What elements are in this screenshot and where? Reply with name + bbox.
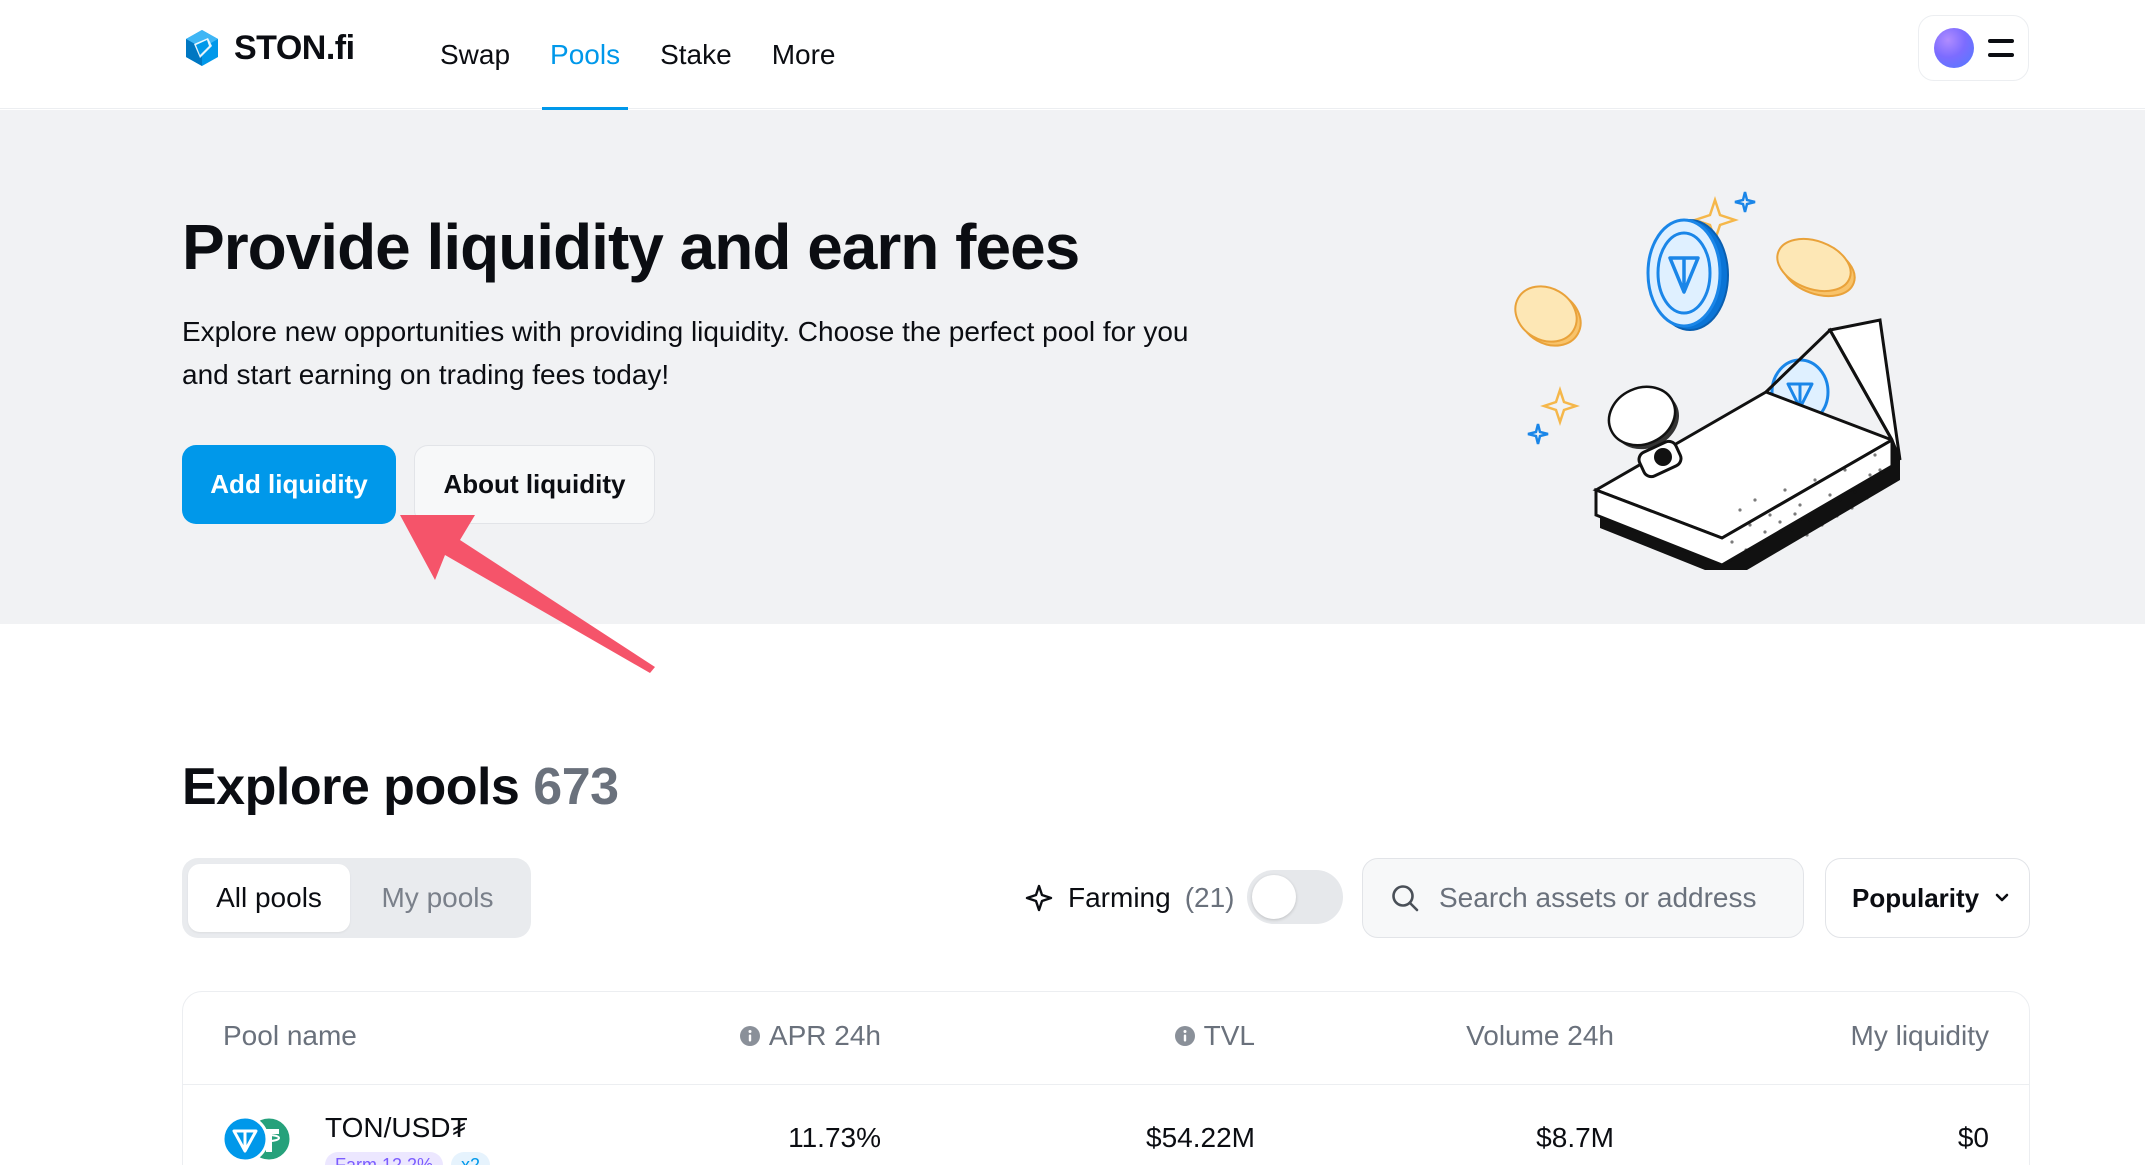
hero-title: Provide liquidity and earn fees [182, 211, 1080, 283]
cell-volume: $8.7M [1536, 1122, 1614, 1153]
info-icon[interactable] [739, 1025, 761, 1047]
nav-swap[interactable]: Swap [420, 0, 530, 109]
add-liquidity-button[interactable]: Add liquidity [182, 445, 396, 524]
pool-filter-tabs: All pools My pools [182, 858, 531, 938]
toggle-knob [1252, 875, 1296, 919]
column-my-liquidity[interactable]: My liquidity [1851, 1020, 1989, 1052]
nav-stake[interactable]: Stake [640, 0, 752, 109]
menu-icon [1987, 39, 2014, 57]
pool-badges: Farm 12.2% x2 [325, 1152, 491, 1165]
wallet-coins-illustration [1514, 191, 1902, 570]
cell-apr: 11.73% [788, 1122, 881, 1153]
column-volume[interactable]: Volume 24h [1466, 1020, 1614, 1052]
chevron-down-icon [1995, 893, 2009, 902]
search-input[interactable] [1439, 882, 1799, 914]
section-title: Explore pools 673 [182, 757, 619, 817]
ston-logo-icon [186, 30, 218, 66]
cell-my-liquidity: $0 [1957, 1122, 1989, 1153]
farming-count: (21) [1184, 882, 1235, 913]
tab-all-pools[interactable]: All pools [188, 864, 350, 932]
search-icon [1392, 885, 1419, 912]
column-tvl[interactable]: TVL [1174, 1020, 1255, 1052]
column-label: Volume 24h [1466, 1020, 1614, 1051]
info-icon[interactable] [1174, 1025, 1196, 1047]
column-label: Pool name [223, 1020, 357, 1051]
nav-more[interactable]: More [752, 0, 856, 109]
nav-pools[interactable]: Pools [530, 0, 640, 110]
token-pair-icons [221, 1115, 291, 1163]
column-apr[interactable]: APR 24h [739, 1020, 881, 1052]
pools-table: Pool name APR 24h TVL Volume 24h My liqu… [182, 991, 2030, 1165]
top-header: STON.fi Swap Pools Stake More [0, 0, 2145, 110]
farming-toggle[interactable] [1247, 870, 1343, 924]
pool-name[interactable]: TON/USD₮ [325, 1112, 468, 1144]
hero-banner: Provide liquidity and earn fees Explore … [0, 110, 2145, 624]
cell-tvl: $54.22M [1146, 1122, 1255, 1153]
table-header: Pool name APR 24h TVL Volume 24h My liqu… [183, 992, 2029, 1085]
column-label: TVL [1203, 1020, 1255, 1051]
sparkle-icon [1025, 884, 1053, 912]
sort-label: Popularity [1852, 882, 1980, 913]
multiplier-badge: x2 [451, 1152, 491, 1165]
tab-my-pools[interactable]: My pools [350, 864, 525, 932]
farm-badge: Farm 12.2% [325, 1152, 444, 1165]
column-label: APR 24h [768, 1020, 881, 1051]
column-label: My liquidity [1850, 1020, 1989, 1051]
main-nav: Swap Pools Stake More [420, 0, 856, 110]
hero-description: Explore new opportunities with providing… [182, 316, 1189, 390]
avatar [1933, 28, 1974, 68]
farming-label: Farming [1068, 882, 1171, 913]
table-row[interactable]: TON/USD₮ Farm 12.2% x2 11.73% $54.22M $8… [183, 1086, 2029, 1165]
search-box[interactable] [1362, 858, 1804, 938]
section-title-text: Explore pools [182, 758, 520, 816]
logo[interactable]: STON.fi [182, 28, 355, 68]
pool-count: 673 [533, 758, 619, 816]
column-pool-name[interactable]: Pool name [223, 1020, 357, 1052]
account-menu-button[interactable] [1918, 15, 2029, 81]
about-liquidity-button[interactable]: About liquidity [414, 445, 655, 524]
sort-dropdown[interactable]: Popularity [1825, 858, 2030, 938]
logo-text: STON.fi [234, 28, 355, 67]
farming-filter: Farming (21) [1024, 872, 1235, 924]
